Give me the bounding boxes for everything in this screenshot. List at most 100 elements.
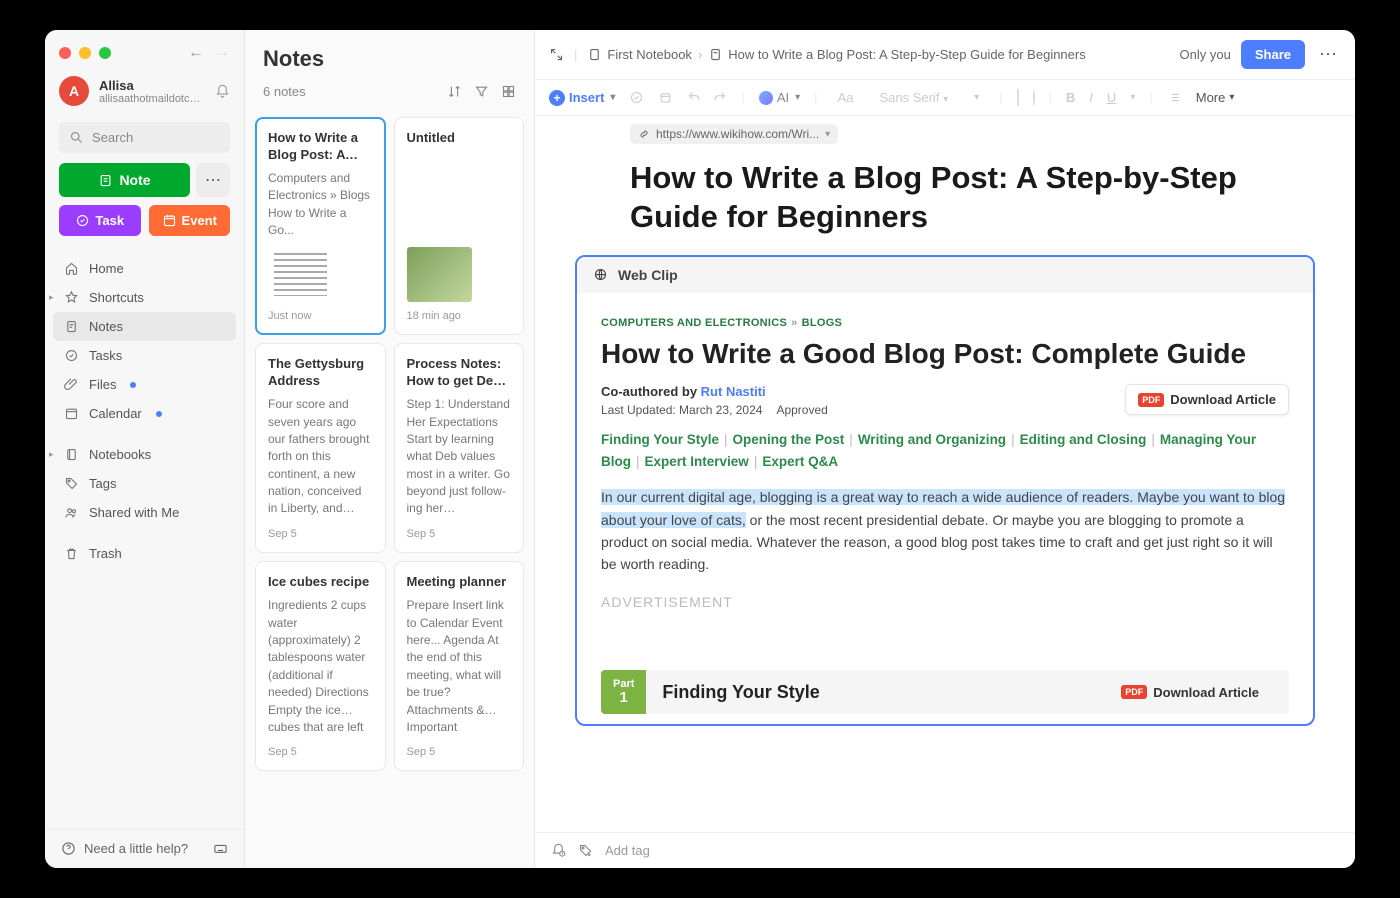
search-placeholder: Search — [92, 130, 133, 145]
nav-files[interactable]: Files — [53, 370, 236, 399]
new-event-button[interactable]: Event — [149, 205, 231, 236]
notifications-icon[interactable] — [215, 84, 230, 99]
nav-shared[interactable]: Shared with Me — [53, 498, 236, 527]
note-card[interactable]: Ice cubes recipeIngredients 2 cups water… — [255, 561, 386, 771]
note-icon — [708, 47, 723, 62]
toc-link[interactable]: Expert Interview — [645, 454, 749, 469]
card-thumbnail — [268, 247, 333, 302]
italic-icon[interactable]: I — [1089, 90, 1093, 105]
toc-link[interactable]: Writing and Organizing — [858, 432, 1006, 447]
toc-link[interactable]: Editing and Closing — [1020, 432, 1147, 447]
card-title: Meeting planner — [407, 574, 512, 591]
article-toc[interactable]: Finding Your Style|Opening the Post|Writ… — [601, 429, 1289, 472]
nav-trash[interactable]: Trash — [53, 539, 236, 568]
card-body — [407, 153, 512, 239]
font-size-select[interactable]: ▾ — [968, 90, 985, 105]
new-note-button[interactable]: Note — [59, 163, 190, 197]
check-icon — [63, 348, 79, 363]
note-card[interactable]: How to Write a Blog Post: A Step-by-...C… — [255, 117, 386, 335]
pdf-icon: PDF — [1138, 393, 1164, 407]
insert-button[interactable]: +Insert▾ — [549, 90, 615, 106]
nav-back-icon[interactable]: ← — [188, 44, 204, 62]
card-body: Computers and Electronics » Blogs How to… — [268, 170, 373, 240]
nav-shortcuts[interactable]: ▸Shortcuts — [53, 283, 236, 312]
add-tag-label[interactable]: Add tag — [605, 843, 650, 858]
download-section-button[interactable]: PDFDownload Article — [1109, 678, 1271, 707]
toc-link[interactable]: Expert Q&A — [762, 454, 838, 469]
underline-icon[interactable]: U — [1107, 90, 1116, 105]
link-icon — [638, 128, 650, 140]
help-row[interactable]: Need a little help? — [45, 828, 244, 868]
minimize-window[interactable] — [79, 47, 91, 59]
download-article-button[interactable]: PDFDownload Article — [1125, 384, 1289, 415]
card-date: Sep 5 — [268, 746, 373, 758]
text-color-icon[interactable] — [1017, 90, 1019, 105]
highlight-color-icon[interactable] — [1033, 90, 1035, 105]
nav-notes[interactable]: Notes — [53, 312, 236, 341]
share-status[interactable]: Only you — [1180, 47, 1231, 62]
breadcrumb-notebook[interactable]: First Notebook — [587, 47, 692, 62]
breadcrumb-note[interactable]: How to Write a Blog Post: A Step-by-Step… — [708, 47, 1085, 62]
new-task-button[interactable]: Task — [59, 205, 141, 236]
card-date: Sep 5 — [407, 528, 512, 540]
source-url-chip[interactable]: https://www.wikihow.com/Wri... ▾ — [630, 124, 838, 144]
font-family-select[interactable]: Sans Serif ▾ — [873, 88, 954, 107]
overflow-menu-icon[interactable]: ⋯ — [1315, 44, 1341, 65]
trash-icon — [63, 546, 79, 561]
notebook-icon — [63, 447, 79, 462]
new-more-button[interactable]: ⋯ — [196, 163, 230, 197]
ai-button[interactable]: AI▾ — [759, 90, 800, 105]
nav-forward-icon: → — [214, 44, 230, 62]
article-breadcrumb[interactable]: COMPUTERS AND ELECTRONICS»BLOGS — [601, 317, 1289, 329]
note-card[interactable]: The Gettysburg AddressFour score and sev… — [255, 343, 386, 553]
sort-icon[interactable] — [447, 84, 462, 99]
editor-content[interactable]: https://www.wikihow.com/Wri... ▾ How to … — [535, 116, 1355, 832]
bold-icon[interactable]: B — [1066, 90, 1075, 105]
card-title: The Gettysburg Address — [268, 356, 373, 390]
keyboard-icon[interactable] — [213, 841, 228, 856]
article-title: How to Write a Good Blog Post: Complete … — [601, 337, 1289, 371]
text-style-select[interactable]: Aa — [832, 88, 860, 107]
indicator-dot — [156, 411, 162, 417]
help-icon — [61, 841, 76, 856]
note-card[interactable]: Process Notes: How to get Deb at Zapi...… — [394, 343, 525, 553]
star-icon — [63, 290, 79, 305]
more-format-icon[interactable]: ▾ — [1130, 92, 1135, 103]
undo-icon[interactable] — [687, 90, 702, 105]
nav-home[interactable]: Home — [53, 254, 236, 283]
note-card[interactable]: Untitled18 min ago — [394, 117, 525, 335]
toolbar-more-button[interactable]: More▾ — [1196, 90, 1235, 105]
notes-icon — [63, 319, 79, 334]
task-icon — [75, 213, 90, 228]
add-tag-icon[interactable] — [578, 843, 593, 858]
close-window[interactable] — [59, 47, 71, 59]
search-input[interactable]: Search — [59, 122, 230, 153]
note-card[interactable]: Meeting plannerPrepare Insert link to Ca… — [394, 561, 525, 771]
redo-icon[interactable] — [712, 90, 727, 105]
maximize-window[interactable] — [99, 47, 111, 59]
calendar-insert-icon[interactable] — [658, 90, 673, 105]
toc-link[interactable]: Opening the Post — [733, 432, 845, 447]
list-icon[interactable] — [1167, 90, 1182, 105]
reminder-icon[interactable] — [551, 843, 566, 858]
view-grid-icon[interactable] — [501, 84, 516, 99]
filter-icon[interactable] — [474, 84, 489, 99]
nav-notebooks[interactable]: ▸Notebooks — [53, 440, 236, 469]
toc-link[interactable]: Finding Your Style — [601, 432, 719, 447]
nav-tasks[interactable]: Tasks — [53, 341, 236, 370]
checkmark-icon[interactable] — [629, 90, 644, 105]
nav-tags[interactable]: Tags — [53, 469, 236, 498]
profile-row[interactable]: A Allisa allisaathotmaildotcom@g... — [45, 70, 244, 112]
profile-email: allisaathotmaildotcom@g... — [99, 93, 205, 105]
card-title: Untitled — [407, 130, 512, 147]
share-button[interactable]: Share — [1241, 40, 1305, 69]
nav-calendar[interactable]: Calendar — [53, 399, 236, 428]
expand-icon[interactable] — [549, 47, 564, 62]
profile-name: Allisa — [99, 78, 205, 93]
note-title[interactable]: How to Write a Blog Post: A Step-by-Step… — [535, 145, 1355, 255]
notes-title: Notes — [263, 46, 516, 72]
avatar: A — [59, 76, 89, 106]
author-link[interactable]: Rut Nastiti — [701, 384, 766, 399]
tag-icon — [63, 476, 79, 491]
card-body: Step 1: Understand Her Expectations Star… — [407, 396, 512, 520]
